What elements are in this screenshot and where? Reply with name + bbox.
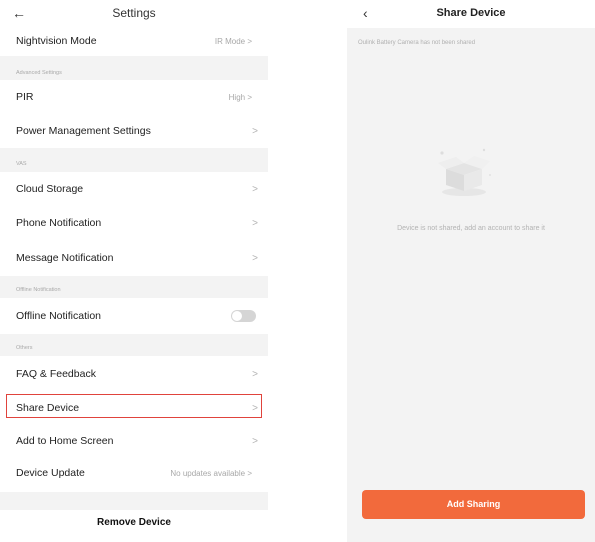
pir-label: PIR	[16, 91, 34, 103]
add-sharing-button[interactable]: Add Sharing	[362, 490, 585, 519]
pir-row[interactable]: PIR High >	[0, 80, 268, 114]
device-update-value: No updates available >	[170, 469, 252, 478]
pir-value: High >	[228, 93, 252, 102]
nightvision-row[interactable]: Nightvision Mode IR Mode >	[0, 28, 268, 56]
share-device-body: Oulink Battery Camera has not been share…	[347, 28, 595, 542]
chevron-right-icon: >	[252, 369, 258, 380]
empty-box-icon	[438, 148, 491, 196]
section-vas: VAS	[0, 148, 268, 172]
chevron-right-icon: >	[252, 184, 258, 195]
phone-notification-row[interactable]: Phone Notification >	[0, 206, 268, 240]
share-device-screen: ‹ Share Device Oulink Battery Camera has…	[347, 0, 595, 542]
faq-feedback-label: FAQ & Feedback	[16, 368, 96, 380]
section-offline: Offline Notification	[0, 276, 268, 298]
device-update-label: Device Update	[16, 467, 85, 479]
chevron-right-icon: >	[252, 253, 258, 264]
faq-feedback-row[interactable]: FAQ & Feedback >	[0, 356, 268, 392]
cloud-storage-row[interactable]: Cloud Storage >	[0, 172, 268, 206]
settings-header: ← Settings	[0, 0, 268, 28]
share-status-note: Oulink Battery Camera has not been share…	[358, 40, 476, 46]
message-notification-label: Message Notification	[16, 252, 114, 264]
section-title: Others	[16, 345, 33, 351]
power-management-label: Power Management Settings	[16, 125, 151, 137]
share-device-highlight	[6, 394, 262, 418]
toggle-knob	[232, 311, 242, 321]
message-notification-row[interactable]: Message Notification >	[0, 240, 268, 276]
offline-notification-toggle[interactable]	[231, 310, 256, 322]
phone-notification-label: Phone Notification	[16, 217, 102, 229]
section-others: Others	[0, 334, 268, 356]
bottom-spacer	[0, 492, 268, 510]
power-management-row[interactable]: Power Management Settings >	[0, 114, 268, 148]
add-to-home-screen-label: Add to Home Screen	[16, 435, 114, 447]
section-title: Advanced Settings	[16, 70, 62, 76]
cloud-storage-label: Cloud Storage	[16, 183, 84, 195]
remove-device-button[interactable]: Remove Device	[0, 517, 268, 528]
chevron-right-icon: >	[252, 436, 258, 447]
nightvision-value: IR Mode >	[214, 37, 252, 46]
chevron-right-icon: >	[252, 126, 258, 137]
chevron-right-icon: >	[252, 218, 258, 229]
share-device-header: ‹ Share Device	[347, 0, 595, 28]
nightvision-label: Nightvision Mode	[16, 35, 97, 47]
offline-notification-row: Offline Notification	[0, 298, 268, 334]
empty-state-message: Device is not shared, add an account to …	[397, 225, 545, 232]
settings-screen: ← Settings Nightvision Mode IR Mode > Ad…	[0, 0, 268, 542]
page-title: Settings	[112, 6, 156, 20]
add-to-home-screen-row[interactable]: Add to Home Screen >	[0, 424, 268, 458]
section-title: VAS	[16, 161, 27, 167]
device-update-row[interactable]: Device Update No updates available >	[0, 458, 268, 492]
section-advanced: Advanced Settings	[0, 56, 268, 80]
offline-notification-label: Offline Notification	[16, 310, 102, 322]
page-title: Share Device	[436, 7, 506, 19]
section-title: Offline Notification	[16, 287, 61, 293]
